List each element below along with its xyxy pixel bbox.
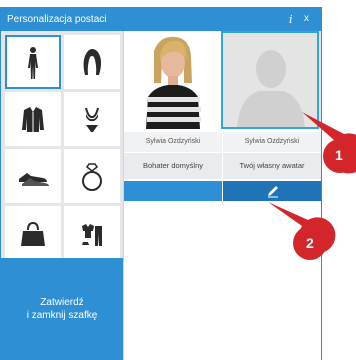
ring-icon xyxy=(82,163,102,191)
callout-2-marker xyxy=(268,202,336,260)
category-ring[interactable] xyxy=(64,149,120,203)
bikini-icon xyxy=(85,107,99,132)
character-customization-window: Personalizacja postaci i x Zatwierdź i z… xyxy=(0,7,322,360)
close-icon[interactable]: x xyxy=(304,13,309,24)
callout-1-marker xyxy=(302,112,356,174)
category-outfit[interactable] xyxy=(64,206,120,260)
window-title: Personalizacja postaci xyxy=(7,14,107,25)
avatar-list: Sylwia Ozdzyński Bohater domyślny Sylwia… xyxy=(124,31,321,360)
jacket-icon xyxy=(22,107,44,132)
confirm-line-1: Zatwierdź xyxy=(40,297,84,308)
category-body[interactable] xyxy=(5,35,61,89)
avatar-select-bar-default[interactable] xyxy=(124,181,222,201)
category-hair[interactable] xyxy=(64,35,120,89)
handbag-icon xyxy=(21,221,45,246)
category-underwear[interactable] xyxy=(64,92,120,146)
confirm-line-2: i zamknij szafkę xyxy=(26,310,98,321)
outfit-icon xyxy=(82,224,102,246)
confirm-close-button[interactable]: Zatwierdź i zamknij szafkę xyxy=(1,258,123,360)
callout-2-label: 2 xyxy=(306,235,314,251)
avatar-desc-default: Bohater domyślny xyxy=(124,153,222,179)
pencil-icon xyxy=(268,186,278,198)
info-icon[interactable]: i xyxy=(289,13,293,26)
person-icon xyxy=(28,47,38,79)
avatar-name-default: Sylwia Ozdzyński xyxy=(124,132,222,152)
category-jacket[interactable] xyxy=(5,92,61,146)
shoe-icon xyxy=(19,173,49,186)
hair-icon xyxy=(83,49,102,75)
avatar-thumbnail-default xyxy=(124,31,222,129)
title-bar: Personalizacja postaci i x xyxy=(1,8,321,31)
edit-avatar-button[interactable] xyxy=(223,181,321,201)
avatar-3d-image xyxy=(124,31,222,129)
category-panel: Zatwierdź i zamknij szafkę xyxy=(1,31,123,360)
callout-1-label: 1 xyxy=(335,147,343,163)
category-bag[interactable] xyxy=(5,206,61,260)
category-shoes[interactable] xyxy=(5,149,61,203)
